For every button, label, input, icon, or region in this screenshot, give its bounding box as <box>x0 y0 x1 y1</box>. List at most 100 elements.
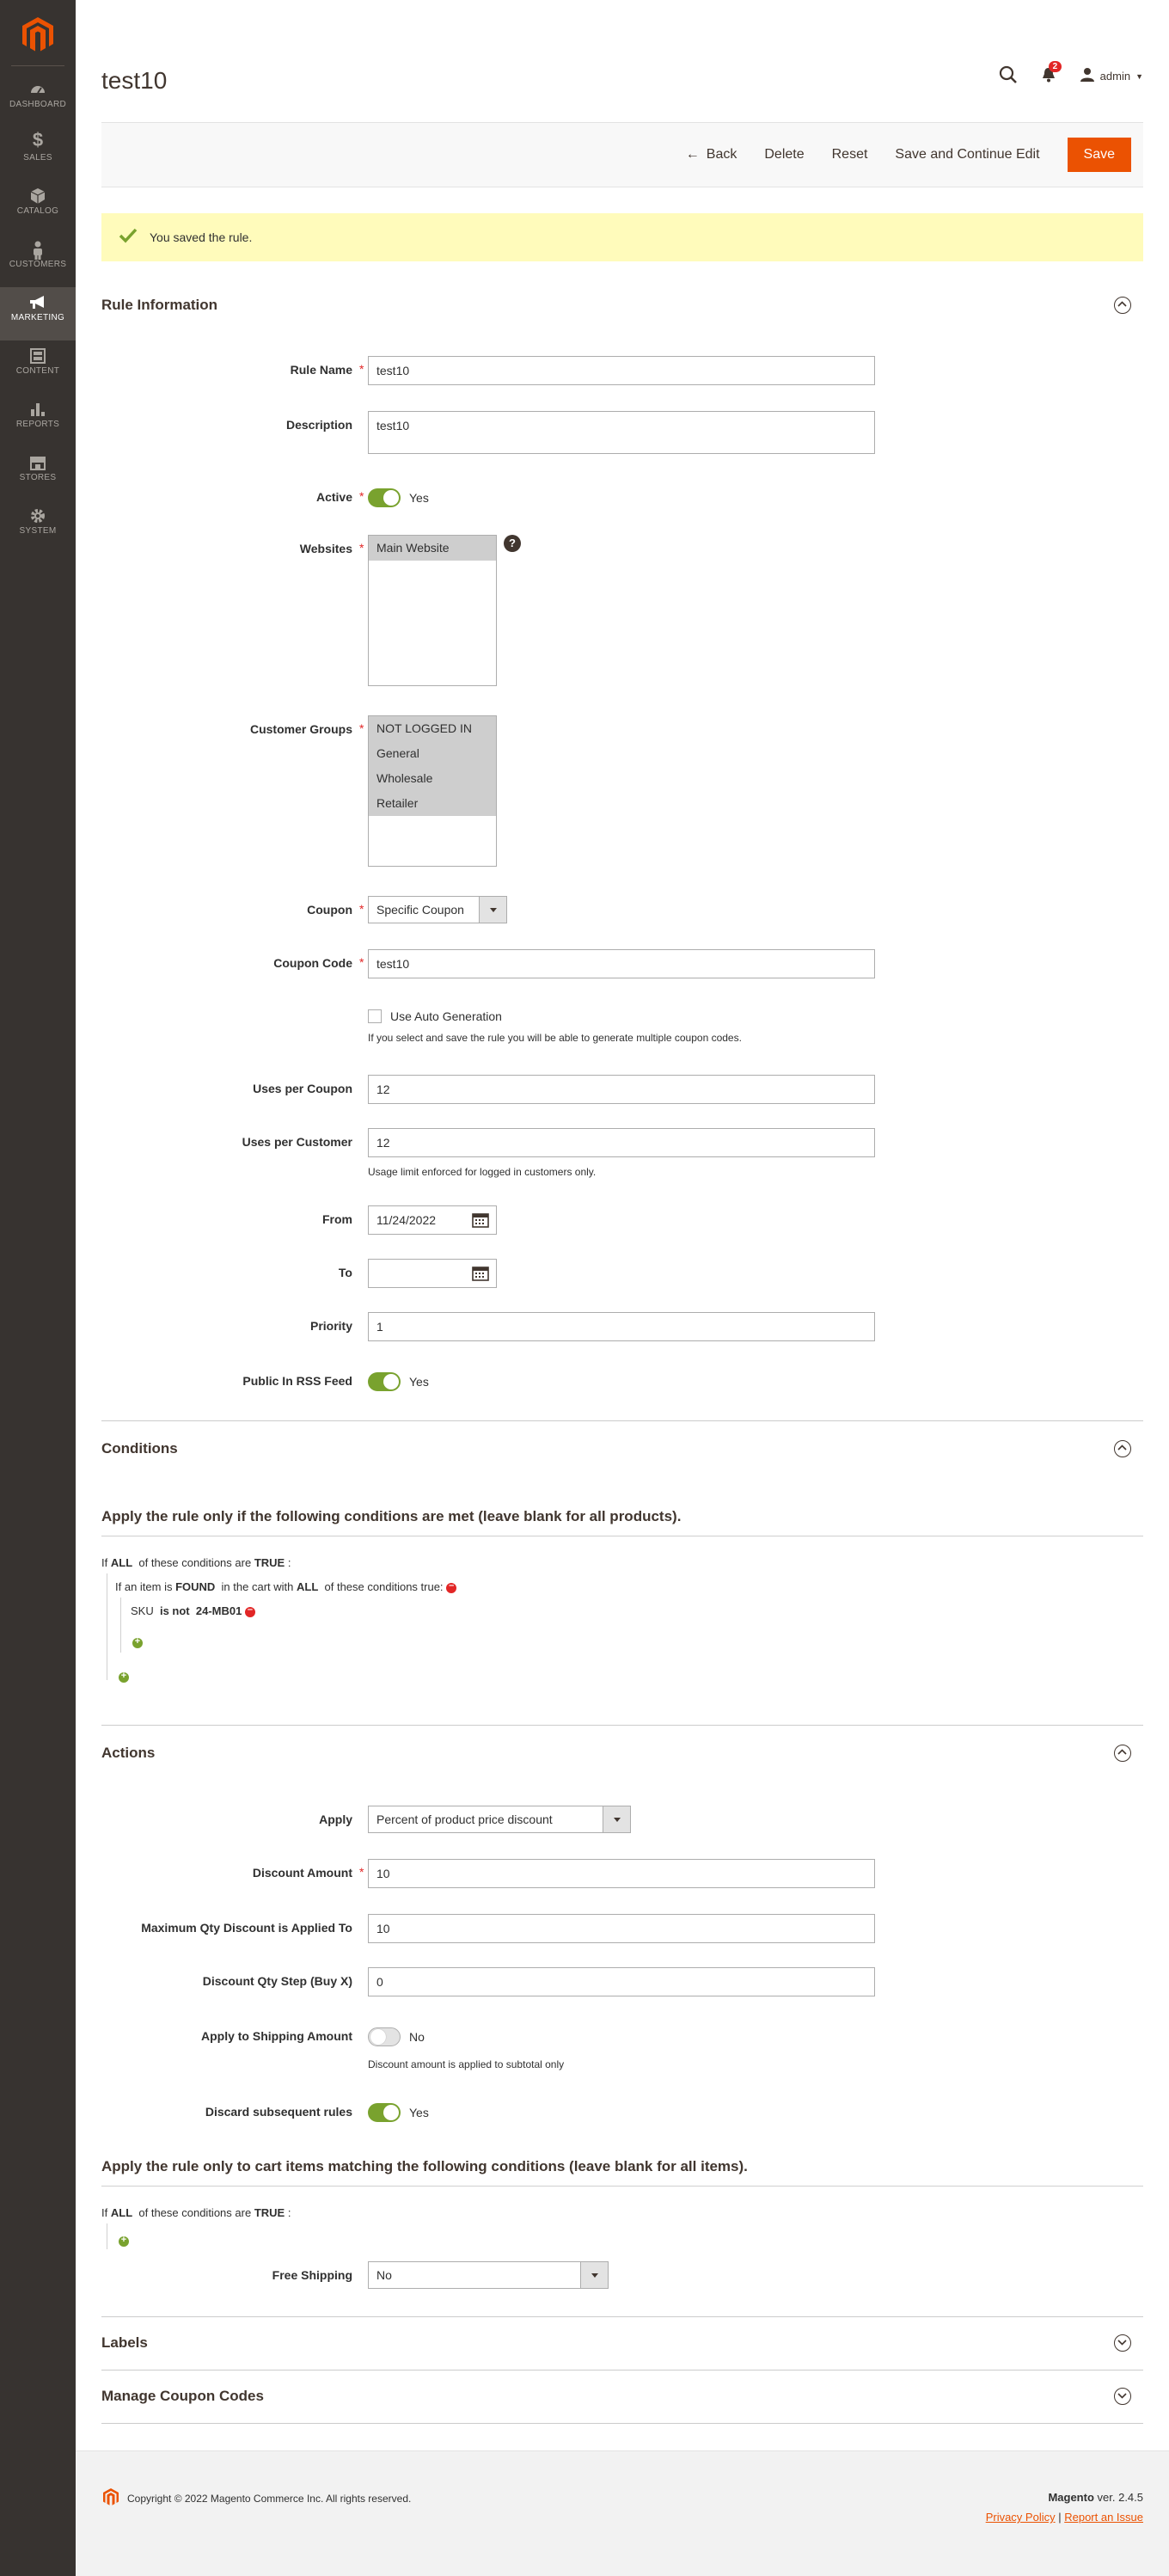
rss-feed-toggle[interactable] <box>368 1372 401 1391</box>
labels-section-header[interactable]: Labels <box>101 2330 1143 2356</box>
sidebar-item-label: STORES <box>19 473 57 482</box>
coupon-code-input[interactable]: test10 <box>368 949 875 978</box>
discard-rules-toggle[interactable] <box>368 2103 401 2122</box>
auto-generation-row: Use Auto Generation If you select and sa… <box>101 1009 1143 1052</box>
uses-per-customer-input[interactable]: 12 <box>368 1128 875 1157</box>
save-button[interactable]: Save <box>1067 138 1131 172</box>
website-option[interactable]: Main Website <box>369 536 496 561</box>
apply-select[interactable]: Percent of product price discount <box>368 1806 631 1833</box>
delete-button[interactable]: Delete <box>750 138 817 171</box>
section-divider <box>101 2186 1143 2187</box>
add-condition-icon[interactable] <box>119 1671 129 1683</box>
operator-link[interactable]: is not <box>160 1604 190 1617</box>
user-menu[interactable]: admin ▼ <box>1080 67 1143 85</box>
if-text: If <box>101 2206 108 2219</box>
calendar-icon[interactable] <box>472 1212 489 1230</box>
conditions-subtitle: Apply the rule only if the following con… <box>101 1508 682 1524</box>
discount-amount-input[interactable]: 10 <box>368 1859 875 1888</box>
max-qty-input[interactable]: 10 <box>368 1914 875 1943</box>
rss-feed-value: Yes <box>409 1375 429 1389</box>
coupon-code-row: Coupon Code * test10 <box>101 949 1143 978</box>
calendar-icon[interactable] <box>472 1266 489 1284</box>
notifications-button[interactable]: 2 <box>1040 61 1062 86</box>
dashboard-icon <box>0 74 76 100</box>
chevron-down-icon <box>580 2262 608 2288</box>
customer-group-option[interactable]: General <box>369 741 496 766</box>
coupon-select[interactable]: Specific Coupon <box>368 896 507 923</box>
sidebar-item-marketing[interactable]: MARKETING <box>0 287 76 340</box>
customer-group-option[interactable]: Wholesale <box>369 766 496 791</box>
value-link[interactable]: TRUE <box>254 1556 285 1569</box>
sidebar-item-reports[interactable]: REPORTS <box>0 394 76 447</box>
rule-name-row: Rule Name * test10 <box>101 356 1143 385</box>
save-and-continue-button[interactable]: Save and Continue Edit <box>881 138 1053 171</box>
found-link[interactable]: FOUND <box>175 1580 215 1593</box>
sidebar-item-dashboard[interactable]: DASHBOARD <box>0 74 76 127</box>
section-divider <box>101 2423 1143 2424</box>
admin-sidebar: DASHBOARD $ SALES CATALOG CUSTOMERS MARK… <box>0 0 76 2576</box>
auto-generation-checkbox[interactable] <box>368 1009 382 1023</box>
rule-name-input[interactable]: test10 <box>368 356 875 385</box>
remove-condition-icon[interactable] <box>244 1604 255 1617</box>
apply-shipping-toggle[interactable] <box>368 2027 401 2046</box>
customer-group-option[interactable]: Retailer <box>369 791 496 816</box>
sidebar-item-content[interactable]: CONTENT <box>0 340 76 394</box>
websites-multiselect[interactable]: Main Website <box>368 535 497 686</box>
back-button[interactable]: ← Back <box>672 138 751 171</box>
free-shipping-select-value: No <box>376 2268 392 2282</box>
qty-step-input[interactable]: 0 <box>368 1967 875 1996</box>
aggregator-link[interactable]: ALL <box>111 1556 132 1569</box>
sidebar-item-system[interactable]: SYSTEM <box>0 500 76 554</box>
actions-section-header[interactable]: Actions <box>101 1740 1143 1766</box>
add-condition-icon[interactable] <box>132 1636 143 1648</box>
sidebar-item-sales[interactable]: $ SALES <box>0 127 76 181</box>
privacy-policy-link[interactable]: Privacy Policy <box>986 2511 1056 2524</box>
collapse-icon[interactable] <box>1114 1440 1131 1457</box>
discount-amount-row: Discount Amount * 10 <box>101 1859 1143 1888</box>
conditions-root-line: If ALL of these conditions are TRUE : <box>101 1556 291 1569</box>
expand-icon[interactable] <box>1114 2334 1131 2352</box>
page-title: test10 <box>101 67 168 94</box>
if-text: If <box>101 1556 108 1569</box>
notification-count-badge: 2 <box>1048 61 1062 72</box>
customer-groups-multiselect[interactable]: NOT LOGGED IN General Wholesale Retailer <box>368 715 497 867</box>
apply-row: Apply Percent of product price discount <box>101 1806 1143 1835</box>
value-link[interactable]: TRUE <box>254 2206 285 2219</box>
from-date-input[interactable]: 11/24/2022 <box>368 1205 497 1235</box>
manage-coupons-section-header[interactable]: Manage Coupon Codes <box>101 2383 1143 2409</box>
gear-icon <box>0 500 76 526</box>
free-shipping-select[interactable]: No <box>368 2261 609 2289</box>
remove-condition-icon[interactable] <box>446 1580 457 1593</box>
free-shipping-row: Free Shipping No <box>101 2261 1143 2291</box>
collapse-icon[interactable] <box>1114 1745 1131 1762</box>
report-issue-link[interactable]: Report an Issue <box>1064 2511 1143 2524</box>
sidebar-item-label: CUSTOMERS <box>9 260 67 269</box>
rule-information-section-header[interactable]: Rule Information <box>101 292 1143 318</box>
uses-per-coupon-input[interactable]: 12 <box>368 1075 875 1104</box>
expand-icon[interactable] <box>1114 2388 1131 2405</box>
add-condition[interactable] <box>119 1670 129 1683</box>
to-date-input[interactable] <box>368 1259 497 1288</box>
help-icon[interactable]: ? <box>504 535 521 552</box>
collapse-icon[interactable] <box>1114 297 1131 314</box>
add-condition-icon[interactable] <box>119 2235 129 2247</box>
to-date-row: To <box>101 1259 1143 1288</box>
description-textarea[interactable]: test10 <box>368 411 875 454</box>
conditions-section-header[interactable]: Conditions <box>101 1436 1143 1462</box>
add-condition[interactable] <box>119 2234 129 2247</box>
sku-value-link[interactable]: 24-MB01 <box>196 1604 242 1617</box>
add-nested-condition[interactable] <box>132 1635 143 1648</box>
customer-groups-label: Customer Groups <box>249 722 352 736</box>
header-actions: 2 admin ▼ <box>999 61 1143 87</box>
search-icon[interactable] <box>999 65 1018 87</box>
sidebar-item-customers[interactable]: CUSTOMERS <box>0 234 76 287</box>
aggregator-link[interactable]: ALL <box>111 2206 132 2219</box>
aggregator-link[interactable]: ALL <box>297 1580 318 1593</box>
sidebar-item-catalog[interactable]: CATALOG <box>0 181 76 234</box>
magento-logo[interactable] <box>19 15 57 53</box>
sidebar-item-stores[interactable]: STORES <box>0 447 76 500</box>
priority-input[interactable]: 1 <box>368 1312 875 1341</box>
customer-group-option[interactable]: NOT LOGGED IN <box>369 716 496 741</box>
active-toggle[interactable] <box>368 488 401 507</box>
reset-button[interactable]: Reset <box>818 138 882 171</box>
